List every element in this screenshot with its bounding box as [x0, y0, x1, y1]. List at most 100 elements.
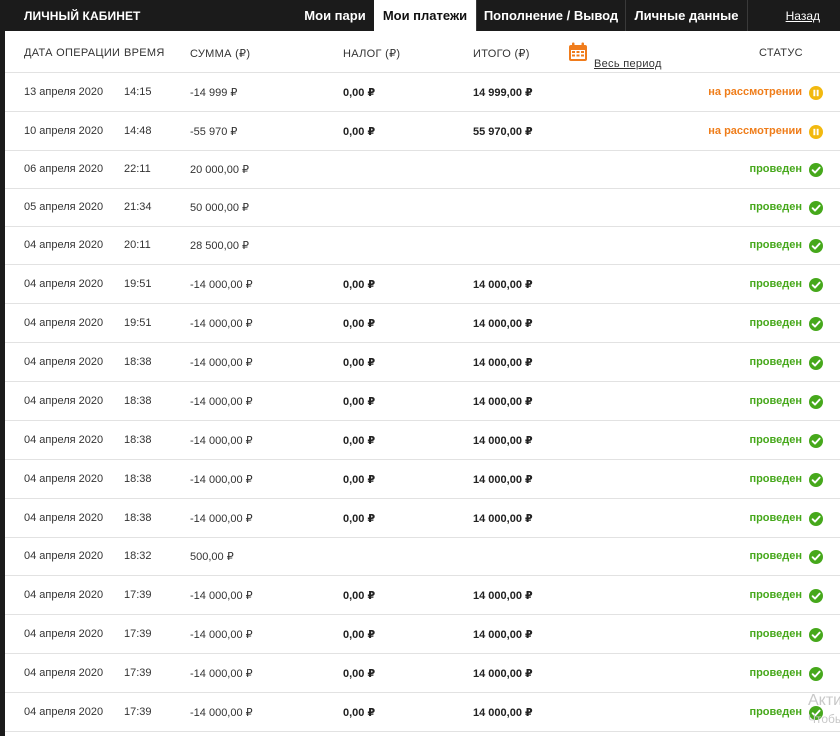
- cell-time: 18:38: [124, 473, 152, 485]
- check-circle-icon: [809, 395, 823, 409]
- table-row: 04 апреля 2020 19:51 -14 000,00 ₽ 0,00 ₽ 14 …: [5, 304, 840, 343]
- status-label: проведен: [749, 550, 802, 562]
- table-row: 04 апреля 2020 19:51 -14 000,00 ₽ 0,00 ₽ 14 …: [5, 265, 840, 304]
- status-label: на рассмотрении: [708, 86, 802, 98]
- cell-amount: 28 500,00 ₽: [190, 240, 249, 252]
- cell-tax: 0,00 ₽: [343, 474, 376, 486]
- cell-amount: -14 000,00 ₽: [190, 435, 253, 447]
- cell-total: 14 000,00 ₽: [473, 396, 533, 408]
- cell-time: 17:39: [124, 667, 152, 679]
- cell-amount: 50 000,00 ₽: [190, 202, 249, 214]
- tab-deposit-withdraw[interactable]: Пополнение / Вывод: [477, 0, 625, 31]
- cell-tax: 0,00 ₽: [343, 357, 376, 369]
- cell-date: 10 апреля 2020: [24, 125, 104, 137]
- cell-total: 14 000,00 ₽: [473, 707, 533, 719]
- check-circle-icon: [809, 278, 823, 292]
- cabinet-title: ЛИЧНЫЙ КАБИНЕТ: [24, 9, 141, 23]
- cell-amount: -14 000,00 ₽: [190, 279, 253, 291]
- cell-date: 04 апреля 2020: [24, 589, 104, 601]
- cell-total: 55 970,00 ₽: [473, 126, 533, 138]
- status-label: проведен: [749, 589, 802, 601]
- cell-amount: 500,00 ₽: [190, 551, 234, 563]
- cell-tax: 0,00 ₽: [343, 279, 376, 291]
- cell-amount: 20 000,00 ₽: [190, 164, 249, 176]
- status-label: проведен: [749, 163, 802, 175]
- status-label: проведен: [749, 356, 802, 368]
- table-row: 05 апреля 2020 21:34 50 000,00 ₽ проведен: [5, 189, 840, 227]
- tab-my-bets[interactable]: Мои пари: [296, 0, 374, 31]
- cell-time: 21:34: [124, 201, 152, 213]
- table-row: 04 апреля 2020 18:32 500,00 ₽ проведен: [5, 538, 840, 576]
- cell-date: 06 апреля 2020: [24, 163, 104, 175]
- cell-total: 14 000,00 ₽: [473, 357, 533, 369]
- cell-time: 18:38: [124, 512, 152, 524]
- status-label: на рассмотрении: [708, 125, 802, 137]
- cell-date: 04 апреля 2020: [24, 473, 104, 485]
- header-date: ДАТА ОПЕРАЦИИ: [24, 47, 121, 59]
- cell-tax: 0,00 ₽: [343, 513, 376, 525]
- cell-time: 14:15: [124, 86, 152, 98]
- header-status: СТАТУС: [759, 47, 803, 59]
- payments-panel: ДАТА ОПЕРАЦИИ ВРЕМЯ СУММА (₽) НАЛОГ (₽) …: [5, 31, 840, 736]
- cell-time: 18:32: [124, 550, 152, 562]
- cell-time: 19:51: [124, 317, 152, 329]
- period-label: Весь период: [594, 58, 662, 70]
- cell-amount: -14 000,00 ₽: [190, 357, 253, 369]
- cell-date: 05 апреля 2020: [24, 201, 104, 213]
- cell-tax: 0,00 ₽: [343, 629, 376, 641]
- check-circle-icon: [809, 706, 823, 720]
- table-row: 04 апреля 2020 18:38 -14 000,00 ₽ 0,00 ₽ 14 …: [5, 421, 840, 460]
- check-circle-icon: [809, 163, 823, 177]
- header-total: ИТОГО (₽): [473, 48, 530, 60]
- table-row: 04 апреля 2020 20:11 28 500,00 ₽ проведен: [5, 227, 840, 265]
- check-circle-icon: [809, 201, 823, 215]
- check-circle-icon: [809, 434, 823, 448]
- cell-time: 17:39: [124, 628, 152, 640]
- cell-date: 04 апреля 2020: [24, 395, 104, 407]
- top-navigation-bar: ЛИЧНЫЙ КАБИНЕТ Мои пари Мои платежи Попо…: [0, 0, 840, 31]
- cell-amount: -55 970 ₽: [190, 126, 238, 138]
- check-circle-icon: [809, 356, 823, 370]
- cell-time: 20:11: [124, 239, 151, 251]
- check-circle-icon: [809, 317, 823, 331]
- cell-tax: 0,00 ₽: [343, 87, 376, 99]
- header-amount: СУММА (₽): [190, 48, 251, 60]
- cell-amount: -14 000,00 ₽: [190, 513, 253, 525]
- cell-tax: 0,00 ₽: [343, 318, 376, 330]
- cell-date: 04 апреля 2020: [24, 550, 104, 562]
- cell-date: 04 апреля 2020: [24, 512, 104, 524]
- status-label: проведен: [749, 473, 802, 485]
- tab-my-payments[interactable]: Мои платежи: [374, 0, 476, 31]
- check-circle-icon: [809, 473, 823, 487]
- table-row: 04 апреля 2020 18:38 -14 000,00 ₽ 0,00 ₽ 14 …: [5, 343, 840, 382]
- cell-date: 04 апреля 2020: [24, 239, 104, 251]
- table-row: 04 апреля 2020 17:39 -14 000,00 ₽ 0,00 ₽ 14 …: [5, 693, 840, 732]
- cell-time: 18:38: [124, 395, 152, 407]
- table-header: ДАТА ОПЕРАЦИИ ВРЕМЯ СУММА (₽) НАЛОГ (₽) …: [5, 31, 840, 73]
- tab-personal-data[interactable]: Личные данные: [626, 0, 747, 31]
- cell-total: 14 000,00 ₽: [473, 513, 533, 525]
- header-time: ВРЕМЯ: [124, 47, 165, 59]
- cell-tax: 0,00 ₽: [343, 435, 376, 447]
- cell-time: 18:38: [124, 356, 152, 368]
- cell-tax: 0,00 ₽: [343, 590, 376, 602]
- cell-total: 14 000,00 ₽: [473, 318, 533, 330]
- check-circle-icon: [809, 239, 823, 253]
- cell-total: 14 000,00 ₽: [473, 279, 533, 291]
- status-label: проведен: [749, 628, 802, 640]
- cell-time: 18:38: [124, 434, 152, 446]
- cell-date: 04 апреля 2020: [24, 317, 104, 329]
- table-row: 04 апреля 2020 18:38 -14 000,00 ₽ 0,00 ₽ 14 …: [5, 499, 840, 538]
- check-circle-icon: [809, 589, 823, 603]
- status-label: проведен: [749, 434, 802, 446]
- status-label: проведен: [749, 395, 802, 407]
- cell-tax: 0,00 ₽: [343, 126, 376, 138]
- cell-date: 04 апреля 2020: [24, 628, 104, 640]
- tab-divider: [747, 0, 748, 31]
- status-label: проведен: [749, 201, 802, 213]
- table-row: 04 апреля 2020 17:39 -14 000,00 ₽ 0,00 ₽ 14 …: [5, 576, 840, 615]
- cell-date: 04 апреля 2020: [24, 706, 104, 718]
- table-row: 04 апреля 2020 18:38 -14 000,00 ₽ 0,00 ₽ 14 …: [5, 460, 840, 499]
- table-row: 13 апреля 2020 14:15 -14 999 ₽ 0,00 ₽ 14 999…: [5, 73, 840, 112]
- back-link[interactable]: Назад: [786, 9, 820, 23]
